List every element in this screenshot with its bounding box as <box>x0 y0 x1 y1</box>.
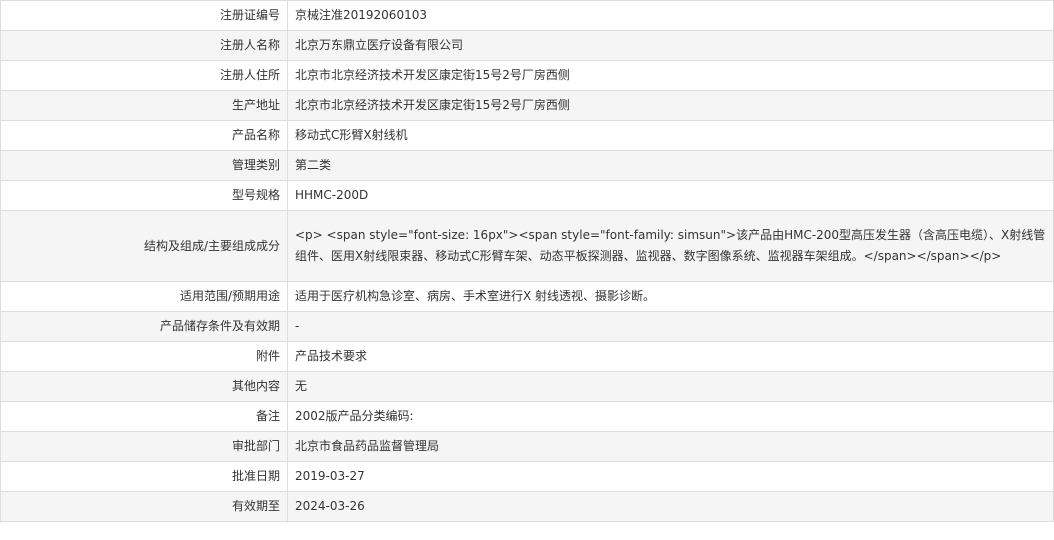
field-value-model-spec: HHMC-200D <box>287 180 1054 211</box>
field-value-other-content: 无 <box>287 371 1054 402</box>
field-label: 型号规格 <box>0 180 288 211</box>
field-label: 产品名称 <box>0 120 288 151</box>
field-value-production-address: 北京市北京经济技术开发区康定街15号2号厂房西侧 <box>287 90 1054 121</box>
field-value-attachment: 产品技术要求 <box>287 341 1054 372</box>
field-value-approval-department: 北京市食品药品监督管理局 <box>287 431 1054 462</box>
table-row: 批准日期 2019-03-27 <box>0 461 1054 492</box>
table-row: 审批部门 北京市食品药品监督管理局 <box>0 431 1054 462</box>
table-row: 注册人住所 北京市北京经济技术开发区康定街15号2号厂房西侧 <box>0 60 1054 91</box>
table-row: 注册证编号 京械注准20192060103 <box>0 0 1054 31</box>
field-label: 注册人名称 <box>0 30 288 61</box>
field-label: 其他内容 <box>0 371 288 402</box>
table-row: 产品储存条件及有效期 - <box>0 311 1054 342</box>
field-label: 批准日期 <box>0 461 288 492</box>
field-value-approval-date: 2019-03-27 <box>287 461 1054 492</box>
field-label: 适用范围/预期用途 <box>0 281 288 312</box>
table-row: 适用范围/预期用途 适用于医疗机构急诊室、病房、手术室进行X 射线透视、摄影诊断… <box>0 281 1054 312</box>
table-row: 结构及组成/主要组成成分 <p> <span style="font-size:… <box>0 210 1054 282</box>
table-row: 生产地址 北京市北京经济技术开发区康定街15号2号厂房西侧 <box>0 90 1054 121</box>
field-label: 附件 <box>0 341 288 372</box>
field-value-intended-use: 适用于医疗机构急诊室、病房、手术室进行X 射线透视、摄影诊断。 <box>287 281 1054 312</box>
field-label: 备注 <box>0 401 288 432</box>
field-value-remarks: 2002版产品分类编码: <box>287 401 1054 432</box>
table-row: 管理类别 第二类 <box>0 150 1054 181</box>
field-label: 管理类别 <box>0 150 288 181</box>
table-row: 产品名称 移动式C形臂X射线机 <box>0 120 1054 151</box>
field-label: 结构及组成/主要组成成分 <box>0 210 288 282</box>
table-row: 有效期至 2024-03-26 <box>0 491 1054 522</box>
field-value-registrant-name: 北京万东鼎立医疗设备有限公司 <box>287 30 1054 61</box>
field-label: 注册证编号 <box>0 0 288 31</box>
field-value-registrant-address: 北京市北京经济技术开发区康定街15号2号厂房西侧 <box>287 60 1054 91</box>
field-value-storage-conditions: - <box>287 311 1054 342</box>
field-label: 有效期至 <box>0 491 288 522</box>
field-value-structure-composition: <p> <span style="font-size: 16px"><span … <box>287 210 1054 282</box>
field-value-product-name: 移动式C形臂X射线机 <box>287 120 1054 151</box>
table-row: 附件 产品技术要求 <box>0 341 1054 372</box>
table-row: 备注 2002版产品分类编码: <box>0 401 1054 432</box>
registration-detail-table: 注册证编号 京械注准20192060103 注册人名称 北京万东鼎立医疗设备有限… <box>0 0 1054 522</box>
field-label: 注册人住所 <box>0 60 288 91</box>
field-value-registration-number: 京械注准20192060103 <box>287 0 1054 31</box>
table-row: 其他内容 无 <box>0 371 1054 402</box>
field-label: 产品储存条件及有效期 <box>0 311 288 342</box>
field-label: 审批部门 <box>0 431 288 462</box>
field-value-management-category: 第二类 <box>287 150 1054 181</box>
table-row: 注册人名称 北京万东鼎立医疗设备有限公司 <box>0 30 1054 61</box>
field-value-expiry-date: 2024-03-26 <box>287 491 1054 522</box>
table-row: 型号规格 HHMC-200D <box>0 180 1054 211</box>
field-label: 生产地址 <box>0 90 288 121</box>
